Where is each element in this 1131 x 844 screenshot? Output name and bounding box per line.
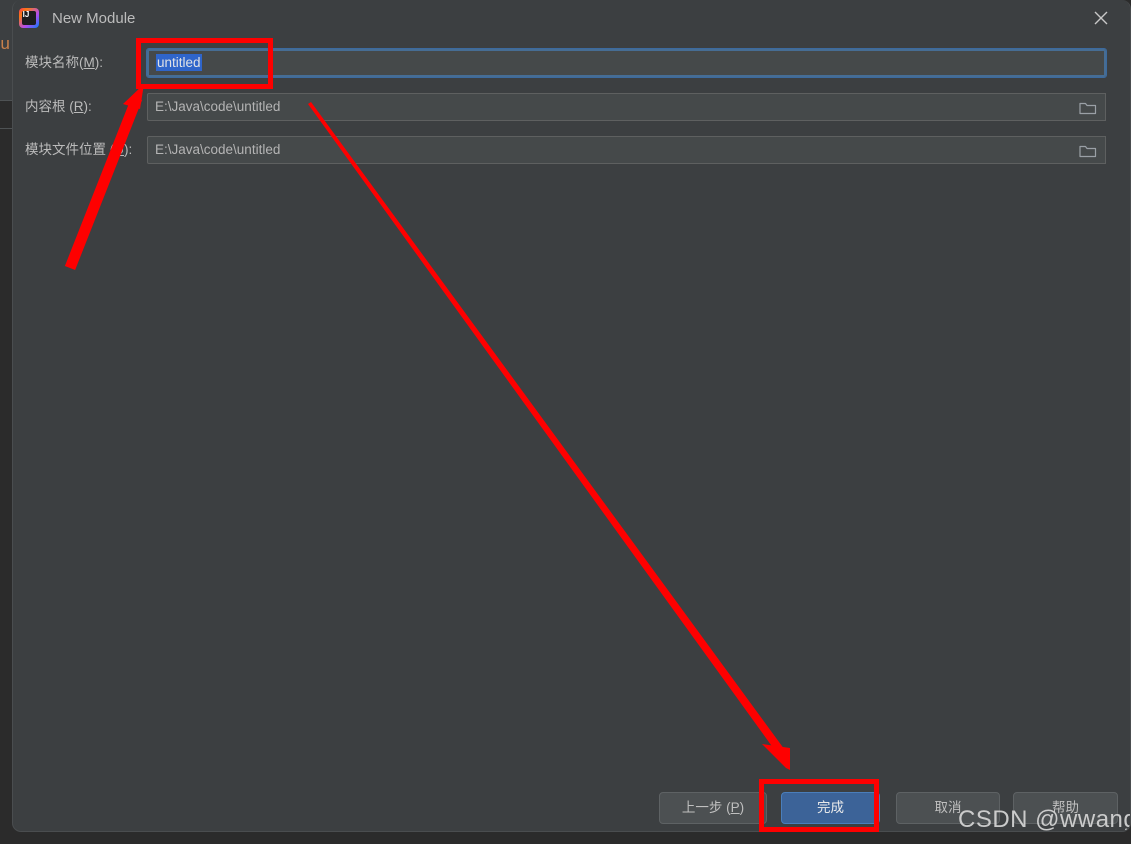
- screen-root: u IJ New Module 模块名称(M): untitled 内容根 (R…: [0, 0, 1131, 844]
- module-name-field-wrap: untitled: [146, 48, 1107, 78]
- module-file-location-input[interactable]: E:\Java\code\untitled: [147, 136, 1106, 164]
- label-module-name: 模块名称(M):: [25, 55, 103, 70]
- dialog-title: New Module: [52, 10, 136, 27]
- module-file-location-field-wrap: E:\Java\code\untitled: [147, 136, 1106, 164]
- form-row-module-name: 模块名称(M): untitled: [13, 48, 1130, 78]
- label-module-file-location: 模块文件位置 (U):: [25, 142, 133, 157]
- module-name-input[interactable]: untitled: [146, 48, 1107, 78]
- finish-button[interactable]: 完成: [781, 792, 880, 824]
- folder-icon-content-root[interactable]: [1070, 93, 1106, 121]
- form-row-content-root: 内容根 (R): E:\Java\code\untitled: [13, 93, 1130, 121]
- folder-icon-module-file-location[interactable]: [1070, 136, 1106, 164]
- content-root-input[interactable]: E:\Java\code\untitled: [147, 93, 1106, 121]
- new-module-dialog: IJ New Module 模块名称(M): untitled 内容根 (R):…: [12, 0, 1131, 832]
- label-content-root: 内容根 (R):: [25, 99, 92, 114]
- watermark: CSDN @wwangxu: [958, 806, 1130, 832]
- dialog-titlebar: IJ New Module: [13, 0, 1130, 38]
- close-icon[interactable]: [1078, 0, 1124, 34]
- content-root-field-wrap: E:\Java\code\untitled: [147, 93, 1106, 121]
- previous-button[interactable]: 上一步 (P): [659, 792, 767, 824]
- form-row-module-file-location: 模块文件位置 (U): E:\Java\code\untitled: [13, 136, 1130, 164]
- module-name-value: untitled: [156, 54, 202, 71]
- intellij-idea-icon: IJ: [19, 8, 39, 28]
